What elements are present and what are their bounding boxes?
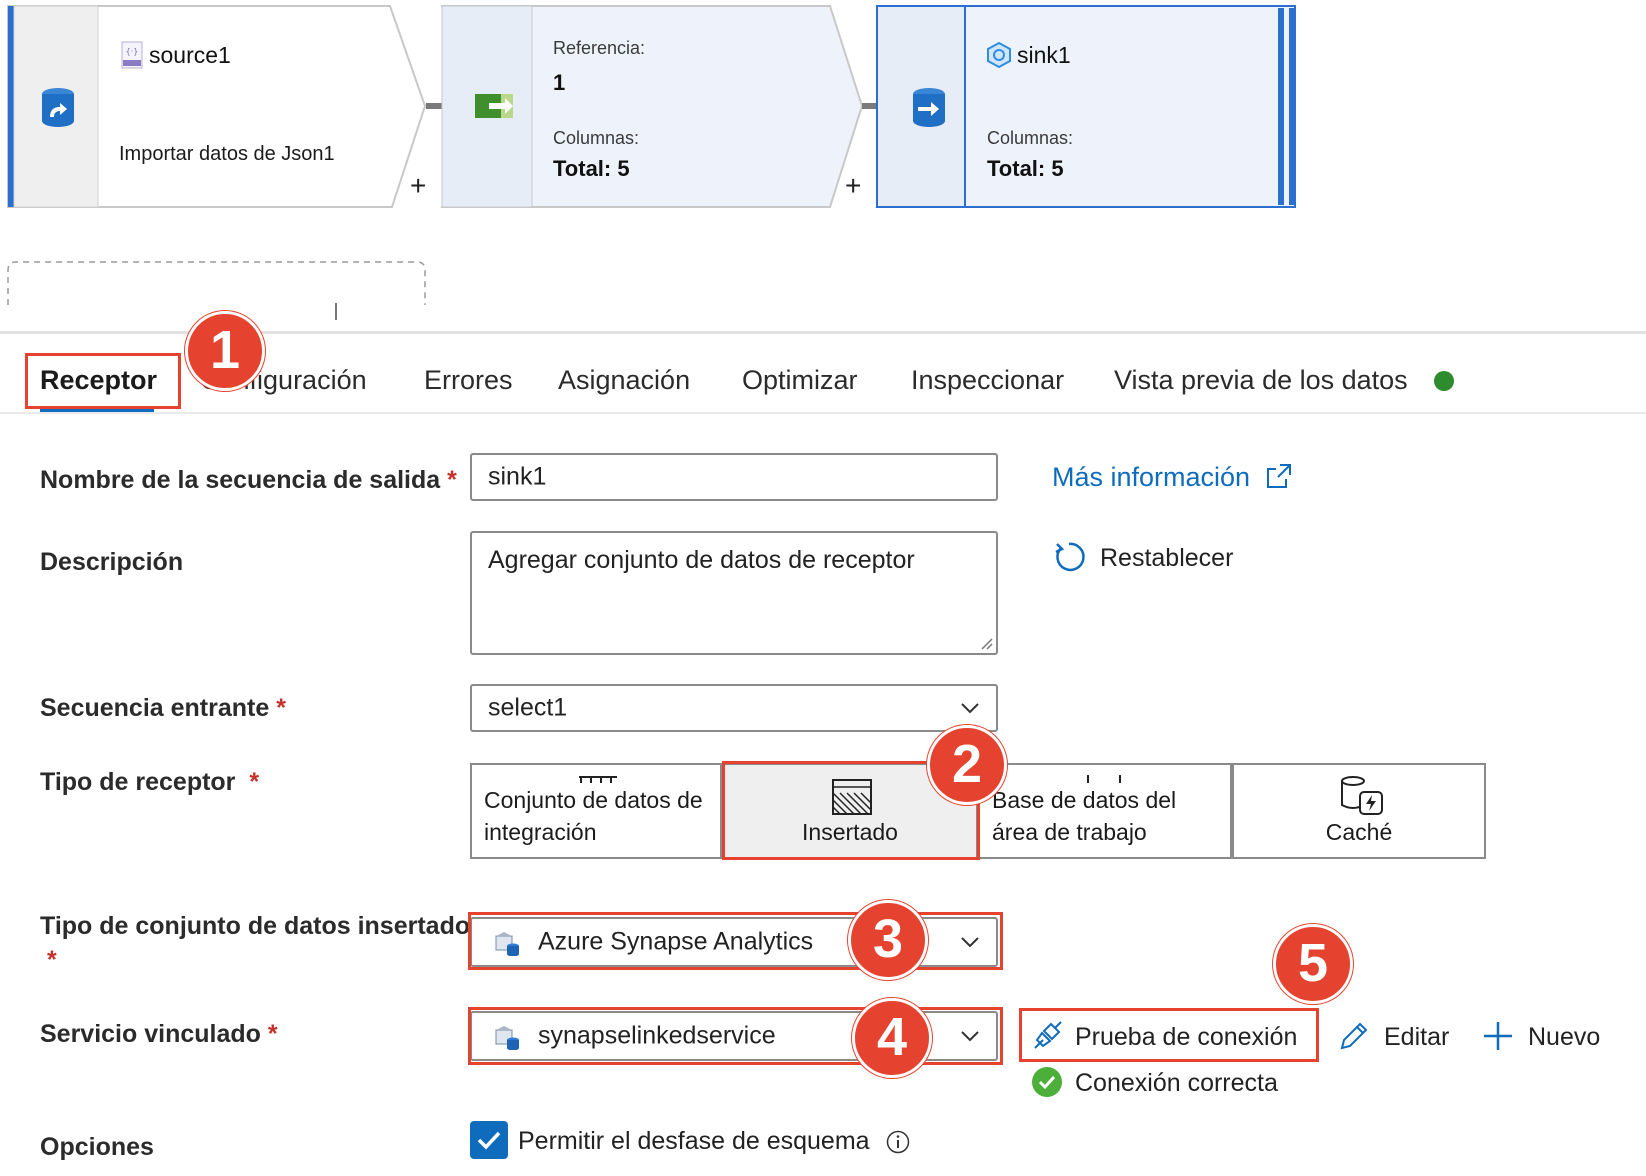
- select-reference-label: Referencia:: [553, 38, 646, 58]
- callout-badge-5: 5: [1273, 924, 1353, 1004]
- output-stream-label: Nombre de la secuencia de salida *: [40, 466, 457, 494]
- connection-status: Conexión correcta: [1031, 1066, 1278, 1098]
- select-transform-icon: [475, 94, 513, 118]
- database-sink-icon: [913, 88, 945, 127]
- description-textarea[interactable]: Agregar conjunto de datos de receptor: [470, 531, 998, 655]
- edit-button[interactable]: Editar: [1338, 1020, 1449, 1052]
- json-file-icon: {·}: [121, 41, 143, 69]
- select-reference-value: 1: [553, 70, 566, 95]
- callout-badge-4: 4: [852, 998, 932, 1078]
- incoming-stream-label: Secuencia entrante *: [40, 694, 286, 722]
- linked-service-label: Servicio vinculado *: [40, 1020, 278, 1048]
- reset-button[interactable]: Restablecer: [1052, 540, 1233, 574]
- options-label: Opciones: [40, 1133, 154, 1161]
- external-link-icon: [1266, 464, 1291, 488]
- callout-badge-1: 1: [185, 311, 265, 391]
- select-columns-total: Total: 5: [553, 156, 630, 181]
- select-columns-label: Columnas:: [553, 128, 640, 148]
- tab-optimizar[interactable]: Optimizar: [742, 365, 858, 396]
- tab-vista-previa[interactable]: Vista previa de los datos: [1114, 365, 1408, 396]
- dataset-icon: [579, 776, 617, 783]
- sink-type-cache[interactable]: Caché: [1232, 763, 1486, 859]
- sink-columns-total: Total: 5: [987, 156, 1064, 181]
- preview-status-dot: [1434, 371, 1454, 391]
- new-button[interactable]: Nuevo: [1482, 1020, 1600, 1052]
- sink-type-label: Tipo de receptor *: [40, 768, 260, 796]
- sink-type-integration-dataset[interactable]: Conjunto de datos de integración: [470, 763, 722, 859]
- inline-dataset-type-required: *: [47, 946, 57, 974]
- synapse-icon: [987, 42, 1011, 68]
- resize-handle-icon[interactable]: [979, 636, 993, 650]
- source-node-description: Importar datos de Json1: [119, 143, 335, 165]
- sink-type-workspace-db[interactable]: Base de datos del área de trabajo: [978, 763, 1232, 859]
- checkmark-icon: [477, 1131, 501, 1150]
- description-label: Descripción: [40, 548, 184, 576]
- callout-badge-3: 3: [848, 900, 928, 980]
- database-source-icon: [42, 88, 74, 127]
- new-stream-placeholder[interactable]: [7, 261, 426, 305]
- tab-errores[interactable]: Errores: [424, 365, 513, 396]
- sink-node-title: sink1: [1017, 42, 1071, 68]
- add-transform-button-2[interactable]: +: [845, 172, 861, 200]
- cache-icon: [1341, 776, 1383, 815]
- tab-asignacion[interactable]: Asignación: [558, 365, 690, 396]
- source-node-title: source1: [149, 42, 231, 68]
- success-check-icon: [1032, 1067, 1062, 1097]
- svg-text:{·}: {·}: [126, 47, 139, 56]
- more-info-link[interactable]: Más información: [1052, 462, 1292, 493]
- schema-drift-label: Permitir el desfase de esquema: [518, 1127, 870, 1155]
- workspace-db-icon: [1087, 775, 1121, 783]
- sink-columns-label: Columnas:: [987, 128, 1074, 148]
- tab-inspeccionar[interactable]: Inspeccionar: [911, 365, 1064, 396]
- add-transform-button[interactable]: +: [410, 172, 426, 200]
- pencil-icon: [1340, 1022, 1368, 1050]
- plus-icon: [1484, 1022, 1512, 1050]
- schema-drift-checkbox[interactable]: [470, 1121, 508, 1159]
- highlight-box-1: [25, 353, 181, 409]
- output-stream-input[interactable]: sink1: [470, 453, 998, 501]
- info-icon[interactable]: [886, 1130, 910, 1154]
- incoming-stream-select[interactable]: select1: [470, 684, 998, 732]
- inline-dataset-type-label: Tipo de conjunto de datos insertado: [40, 912, 471, 940]
- callout-badge-2: 2: [927, 725, 1007, 805]
- reset-icon: [1055, 542, 1085, 572]
- chevron-down-icon: [961, 703, 979, 714]
- highlight-box-5: [1019, 1008, 1319, 1062]
- tabs-divider: [0, 412, 1646, 414]
